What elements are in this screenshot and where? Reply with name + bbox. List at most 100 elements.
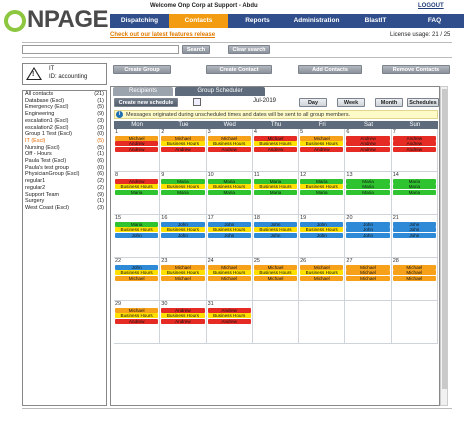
schedule-event[interactable]: John [115,232,159,238]
schedule-event[interactable]: John [161,221,205,227]
schedule-event[interactable]: Michael [115,275,159,281]
calendar-day[interactable]: 4 Michael Business Hours Andrew [252,129,300,172]
calendar-day[interactable] [345,301,392,344]
add-contacts-button[interactable]: Add Contacts [298,65,362,74]
schedule-event[interactable]: Michael [253,275,298,281]
schedule-event[interactable]: Michael [115,135,159,141]
schedule-event[interactable]: Andrew [300,146,344,152]
schedule-event[interactable]: Maria [346,184,390,189]
calendar-day[interactable]: 27 Michael Michael Michael [345,258,392,301]
schedule-event[interactable]: Business Hours [115,227,159,232]
calendar-day[interactable]: 20 John John John [345,215,392,258]
schedule-event[interactable]: Maria [161,189,205,195]
tab-group-scheduler[interactable]: Group Scheduler [175,87,265,96]
calendar-day[interactable]: 7 Andrew Andrew Andrew [391,129,438,172]
schedule-event[interactable]: Business Hours [115,184,159,189]
nav-tab-dispatching[interactable]: Dispatching [110,14,169,28]
schedule-event[interactable]: Maria [346,189,390,195]
schedule-event[interactable]: Michael [253,264,298,270]
schedule-event[interactable]: Business Hours [207,227,251,232]
schedule-event[interactable]: Andrew [115,141,159,146]
calendar-day[interactable]: 28 Michael Michael Michael [391,258,438,301]
calendar-day[interactable]: 21 John John John [391,215,438,258]
calendar-day[interactable]: 9 Maria Business Hours Maria [160,172,207,215]
group-list-item[interactable]: regular1 (2) [23,178,106,185]
schedule-event[interactable]: Business Hours [253,184,298,189]
features-release-link[interactable]: Check out our latest features release [110,32,215,38]
group-list-item[interactable]: West Coast (Escl) (3) [23,205,106,212]
schedule-event[interactable]: Business Hours [207,270,251,275]
schedule-event[interactable]: Michael [346,270,390,275]
schedule-event[interactable]: Business Hours [207,313,251,318]
view-schedules-button[interactable]: Schedules [407,98,439,107]
nav-tab-faq[interactable]: FAQ [405,14,464,28]
schedule-event[interactable]: John [161,232,205,238]
schedule-event[interactable]: Andrew [253,146,298,152]
schedule-event[interactable]: Michael [253,135,298,141]
schedule-event[interactable]: Maria [207,178,251,184]
calendar-day[interactable]: 26 Michael Business Hours Michael [299,258,346,301]
group-list-item[interactable]: Engineering (9) [23,111,106,118]
schedule-event[interactable]: Andrew [115,318,159,324]
schedule-event[interactable]: Andrew [161,318,205,324]
schedule-event[interactable]: Andrew [346,141,390,146]
schedule-event[interactable]: Michael [300,135,344,141]
schedule-event[interactable]: Michael [207,135,251,141]
schedule-event[interactable]: John [207,232,251,238]
schedule-event[interactable]: Andrew [392,146,436,152]
schedule-event[interactable]: Andrew [115,178,159,184]
vertical-scrollbar[interactable] [440,86,448,406]
schedule-event[interactable]: Michael [300,264,344,270]
schedule-event[interactable]: Andrew [346,135,390,141]
schedule-event[interactable]: Maria [392,184,436,189]
scrollbar-thumb[interactable] [442,89,447,389]
nav-tab-blastit[interactable]: BlastIT [346,14,405,28]
schedule-event[interactable]: Michael [392,264,436,270]
calendar-day[interactable]: 5 Michael Business Hours Andrew [299,129,346,172]
schedule-event[interactable]: Business Hours [161,313,205,318]
schedule-event[interactable]: Maria [161,178,205,184]
search-input[interactable] [22,45,179,54]
schedule-event[interactable]: John [207,221,251,227]
calendar-day[interactable] [252,301,300,344]
calendar-day[interactable]: 11 Maria Business Hours Maria [252,172,300,215]
schedule-event[interactable]: Business Hours [300,227,344,232]
view-month-button[interactable]: Month [375,98,403,107]
schedule-event[interactable]: Maria [300,178,344,184]
schedule-event[interactable]: Andrew [115,146,159,152]
group-list-item[interactable]: escalation1 (Escl) (3) [23,118,106,125]
group-list-item[interactable]: Support Team (9) [23,192,106,199]
group-list[interactable]: All contacts (21) Database (Escl) (1) Emerge… [22,90,107,406]
schedule-event[interactable]: Business Hours [161,184,205,189]
schedule-event[interactable]: Maria [346,178,390,184]
calendar-day[interactable]: 10 Maria Business Hours Maria [206,172,253,215]
schedule-event[interactable]: Michael [392,275,436,281]
schedule-event[interactable]: Business Hours [253,227,298,232]
schedule-event[interactable]: Andrew [346,146,390,152]
group-list-item[interactable]: Paula Test (Escl) (6) [23,158,106,165]
schedule-event[interactable]: Michael [207,264,251,270]
schedule-event[interactable]: Business Hours [161,270,205,275]
schedule-event[interactable]: Business Hours [207,184,251,189]
group-list-item[interactable]: Group 1 Test (Escl) (0) [23,131,106,138]
calendar-icon[interactable] [193,98,201,106]
schedule-event[interactable]: Maria [253,189,298,195]
schedule-event[interactable]: John [392,227,436,232]
schedule-event[interactable]: Andrew [392,135,436,141]
schedule-event[interactable]: Maria [392,189,436,195]
calendar-day[interactable]: 15 Maria Business Hours John [114,215,161,258]
schedule-event[interactable]: John [253,232,298,238]
calendar-day[interactable]: 8 Andrew Business Hours Maria [114,172,161,215]
calendar-day[interactable]: 13 Maria Maria Maria [345,172,392,215]
calendar-day[interactable] [391,301,438,344]
schedule-event[interactable]: John [300,221,344,227]
schedule-event[interactable]: Maria [207,189,251,195]
clear-search-button[interactable]: Clear search [228,45,270,54]
schedule-event[interactable]: Michael [346,275,390,281]
group-list-item[interactable]: Emergency (Escl) (5) [23,104,106,111]
schedule-event[interactable]: Maria [115,189,159,195]
schedule-event[interactable]: Maria [300,189,344,195]
schedule-event[interactable]: Business Hours [161,227,205,232]
calendar-day[interactable]: 3 Michael Business Hours Andrew [206,129,253,172]
schedule-event[interactable]: John [253,221,298,227]
